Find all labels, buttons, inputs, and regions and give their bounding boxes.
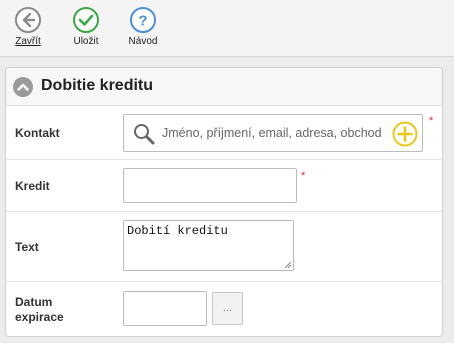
credit-input[interactable] [123,168,297,203]
help-button[interactable]: ? Návod [121,6,165,47]
contact-row: Kontakt * [6,106,442,160]
expiry-row: Datum expirace ... [6,282,442,336]
help-label: Návod [128,36,158,47]
panel-title: Dobitie kreditu [41,77,154,94]
add-contact-plus-icon[interactable] [392,121,418,147]
contact-required-mark: * [429,115,434,127]
close-label: Zavřít [15,36,41,47]
save-label: Uložit [73,36,99,47]
question-mark-icon: ? [130,7,156,33]
date-picker-button[interactable]: ... [212,292,243,325]
save-button[interactable]: Uložit [64,6,108,47]
contact-label: Kontakt [15,126,60,140]
search-icon [134,124,155,145]
contact-search-input[interactable] [162,124,384,142]
checkmark-icon [73,7,99,33]
text-row: Text Dobití kreditu [6,212,442,282]
svg-text:?: ? [138,13,147,30]
contact-search-box [123,114,423,152]
expiry-label: Datum expirace [15,295,64,324]
credit-row: Kredit * [6,160,442,212]
resize-grip-icon[interactable] [284,261,292,269]
toolbar: Zavřít Uložit ? Návod [0,0,454,57]
credit-label: Kredit [15,179,50,193]
credit-topup-panel: Dobitie kreditu Kontakt * Kredit * Text … [5,67,443,337]
close-button[interactable]: Zavřít [6,6,50,47]
collapse-chevron-up-icon[interactable] [13,77,33,97]
credit-required-mark: * [301,170,306,182]
expiry-date-input[interactable] [123,291,207,326]
panel-header[interactable]: Dobitie kreditu [6,68,442,106]
text-label: Text [15,240,39,254]
text-textarea[interactable]: Dobití kreditu [123,220,294,271]
back-arrow-icon [15,7,41,33]
